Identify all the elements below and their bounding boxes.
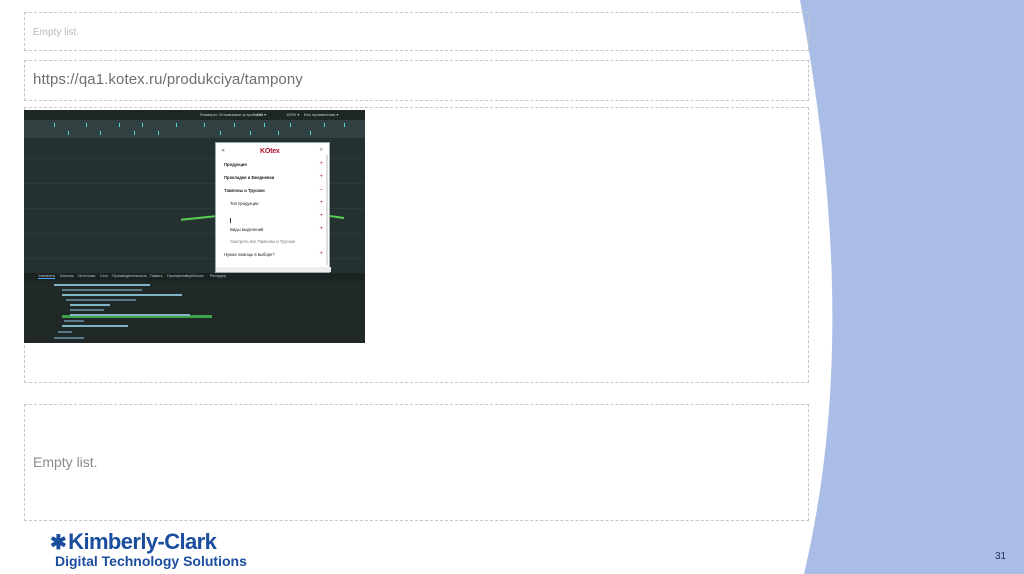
toolbar-width-value: 425: [256, 112, 263, 117]
top-placeholder-text: Empty list.: [33, 27, 80, 38]
menu-item-label: Продукция: [224, 162, 247, 167]
url-text: https://qa1.kotex.ru/produkciya/tampony: [33, 71, 303, 88]
menu-item[interactable]: Тампоны и Трусики: [224, 188, 322, 193]
url-box: https://qa1.kotex.ru/produkciya/tampony: [24, 60, 809, 101]
collapse-icon[interactable]: –: [320, 187, 323, 193]
menu-item[interactable]: Виды выделений: [230, 227, 328, 232]
mobile-menu-panel: ✕ KOtex ⌕ Продукция + Прокладки и Ежедневк…: [215, 142, 331, 273]
menu-item-label: Виды выделений: [230, 227, 264, 232]
menu-item[interactable]: Тип продукции: [230, 201, 328, 206]
media-ruler: [24, 120, 365, 138]
page-number: 31: [995, 551, 1007, 562]
toolbar-zoom: 100% ▾: [286, 112, 300, 117]
scrollbar: [326, 155, 328, 265]
menu-item[interactable]: Смотреть все Тампоны и Трусики: [230, 239, 328, 244]
expand-icon[interactable]: +: [319, 226, 323, 232]
menu-item-label: Прокладки и Ежедневки: [224, 175, 275, 180]
kotex-logo: KOtex: [260, 148, 280, 155]
menu-item-label: Тампоны и Трусики: [224, 188, 265, 193]
elements-code-view: [24, 281, 365, 343]
devtools-tab[interactable]: Производительность: [112, 274, 147, 278]
devtools-tab[interactable]: Рекордер: [210, 274, 226, 278]
devtools-tab[interactable]: Элементы: [38, 274, 56, 279]
menu-item[interactable]: Нужна помощь в выборе?: [224, 252, 322, 257]
devtools-screenshot: Размеры: Отзывчивое устройство ▾ 425 100…: [24, 110, 365, 343]
devtools-tab[interactable]: Источники: [78, 274, 95, 278]
top-placeholder-box: Empty list.: [24, 12, 809, 51]
devtools-tab[interactable]: Сеть: [100, 274, 108, 278]
expand-icon[interactable]: +: [319, 174, 323, 180]
menu-item[interactable]: Продукция: [224, 162, 322, 167]
devtools-tab[interactable]: Lighthouse: [186, 274, 204, 278]
company-name: Kimberly-Clark: [68, 529, 217, 554]
text-cursor: [230, 218, 231, 223]
bottom-placeholder-text: Empty list.: [33, 454, 98, 470]
kimberly-clark-star-icon: ✱: [50, 532, 67, 554]
expand-icon[interactable]: +: [319, 213, 323, 219]
devtools-tab[interactable]: Память: [150, 274, 163, 278]
devtools-tab[interactable]: Консоль: [60, 274, 74, 278]
device-toolbar: Размеры: Отзывчивое устройство ▾ 425 100…: [24, 110, 365, 120]
devtools-tab[interactable]: Приложение: [167, 274, 188, 278]
company-subtitle: Digital Technology Solutions: [55, 553, 247, 569]
expand-icon[interactable]: +: [319, 251, 323, 257]
toolbar-throttle: Без ограничения ▾: [304, 112, 339, 117]
panel-bottom-strip: [216, 267, 331, 272]
menu-item-label: Тип продукции: [230, 201, 259, 206]
expand-icon[interactable]: +: [319, 200, 323, 206]
menu-item-label: Нужна помощь в выборе?: [224, 252, 275, 257]
expand-icon[interactable]: +: [319, 161, 323, 167]
close-icon: ✕: [221, 148, 226, 154]
menu-item[interactable]: Прокладки и Ежедневки: [224, 175, 322, 180]
search-icon: ⌕: [319, 147, 323, 153]
bottom-placeholder-box: Empty list.: [24, 404, 809, 521]
menu-item-label: Смотреть все Тампоны и Трусики: [230, 239, 296, 244]
devtools-tabs: Элементы Консоль Источники Сеть Производител…: [24, 273, 365, 281]
